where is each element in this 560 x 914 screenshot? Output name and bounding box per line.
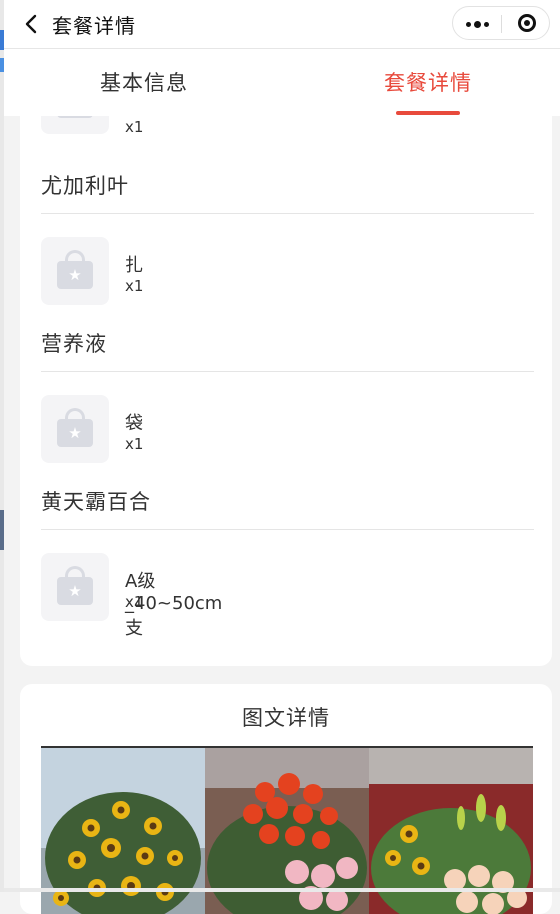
more-dots-icon[interactable] bbox=[453, 7, 501, 39]
group-title: 营养液 bbox=[41, 332, 107, 356]
chevron-left-icon[interactable] bbox=[20, 12, 44, 36]
item-quantity: x1 bbox=[125, 593, 144, 611]
tab-bar: 基本信息 套餐详情 bbox=[4, 49, 560, 116]
bottom-edge bbox=[0, 888, 560, 892]
navigation-bar: 套餐详情 bbox=[4, 0, 560, 49]
shopping-bag-placeholder-icon: ★ bbox=[41, 553, 109, 621]
divider bbox=[41, 529, 534, 530]
item-quantity: x1 bbox=[125, 277, 144, 295]
image-text-detail-card: 图文详情 bbox=[20, 684, 552, 914]
mini-program-close-icon[interactable] bbox=[502, 7, 550, 39]
item-quantity: x1 bbox=[125, 435, 144, 453]
item-quantity: x1 bbox=[125, 118, 144, 136]
background-window-edge bbox=[0, 0, 4, 892]
mini-program-capsule bbox=[452, 6, 550, 40]
tab-package-detail[interactable]: 套餐详情 bbox=[384, 67, 472, 97]
item-unit: 扎 bbox=[125, 255, 143, 276]
page-title: 套餐详情 bbox=[52, 14, 136, 38]
section-title: 图文详情 bbox=[242, 706, 330, 730]
group-title: 尤加利叶 bbox=[41, 174, 129, 198]
item-unit: 袋 bbox=[125, 413, 143, 434]
shopping-bag-placeholder-icon: ★ bbox=[41, 395, 109, 463]
tab-basic-info[interactable]: 基本信息 bbox=[100, 67, 188, 97]
active-tab-indicator bbox=[396, 111, 460, 115]
group-title: 黄天霸百合 bbox=[41, 490, 151, 514]
shopping-bag-placeholder-icon: ★ bbox=[41, 237, 109, 305]
divider bbox=[41, 371, 534, 372]
package-items-card: ★ x1 尤加利叶 ★ 扎 x1 营养液 ★ 袋 x1 黄天霸百合 ★ A级_4… bbox=[20, 80, 552, 666]
divider bbox=[41, 213, 534, 214]
